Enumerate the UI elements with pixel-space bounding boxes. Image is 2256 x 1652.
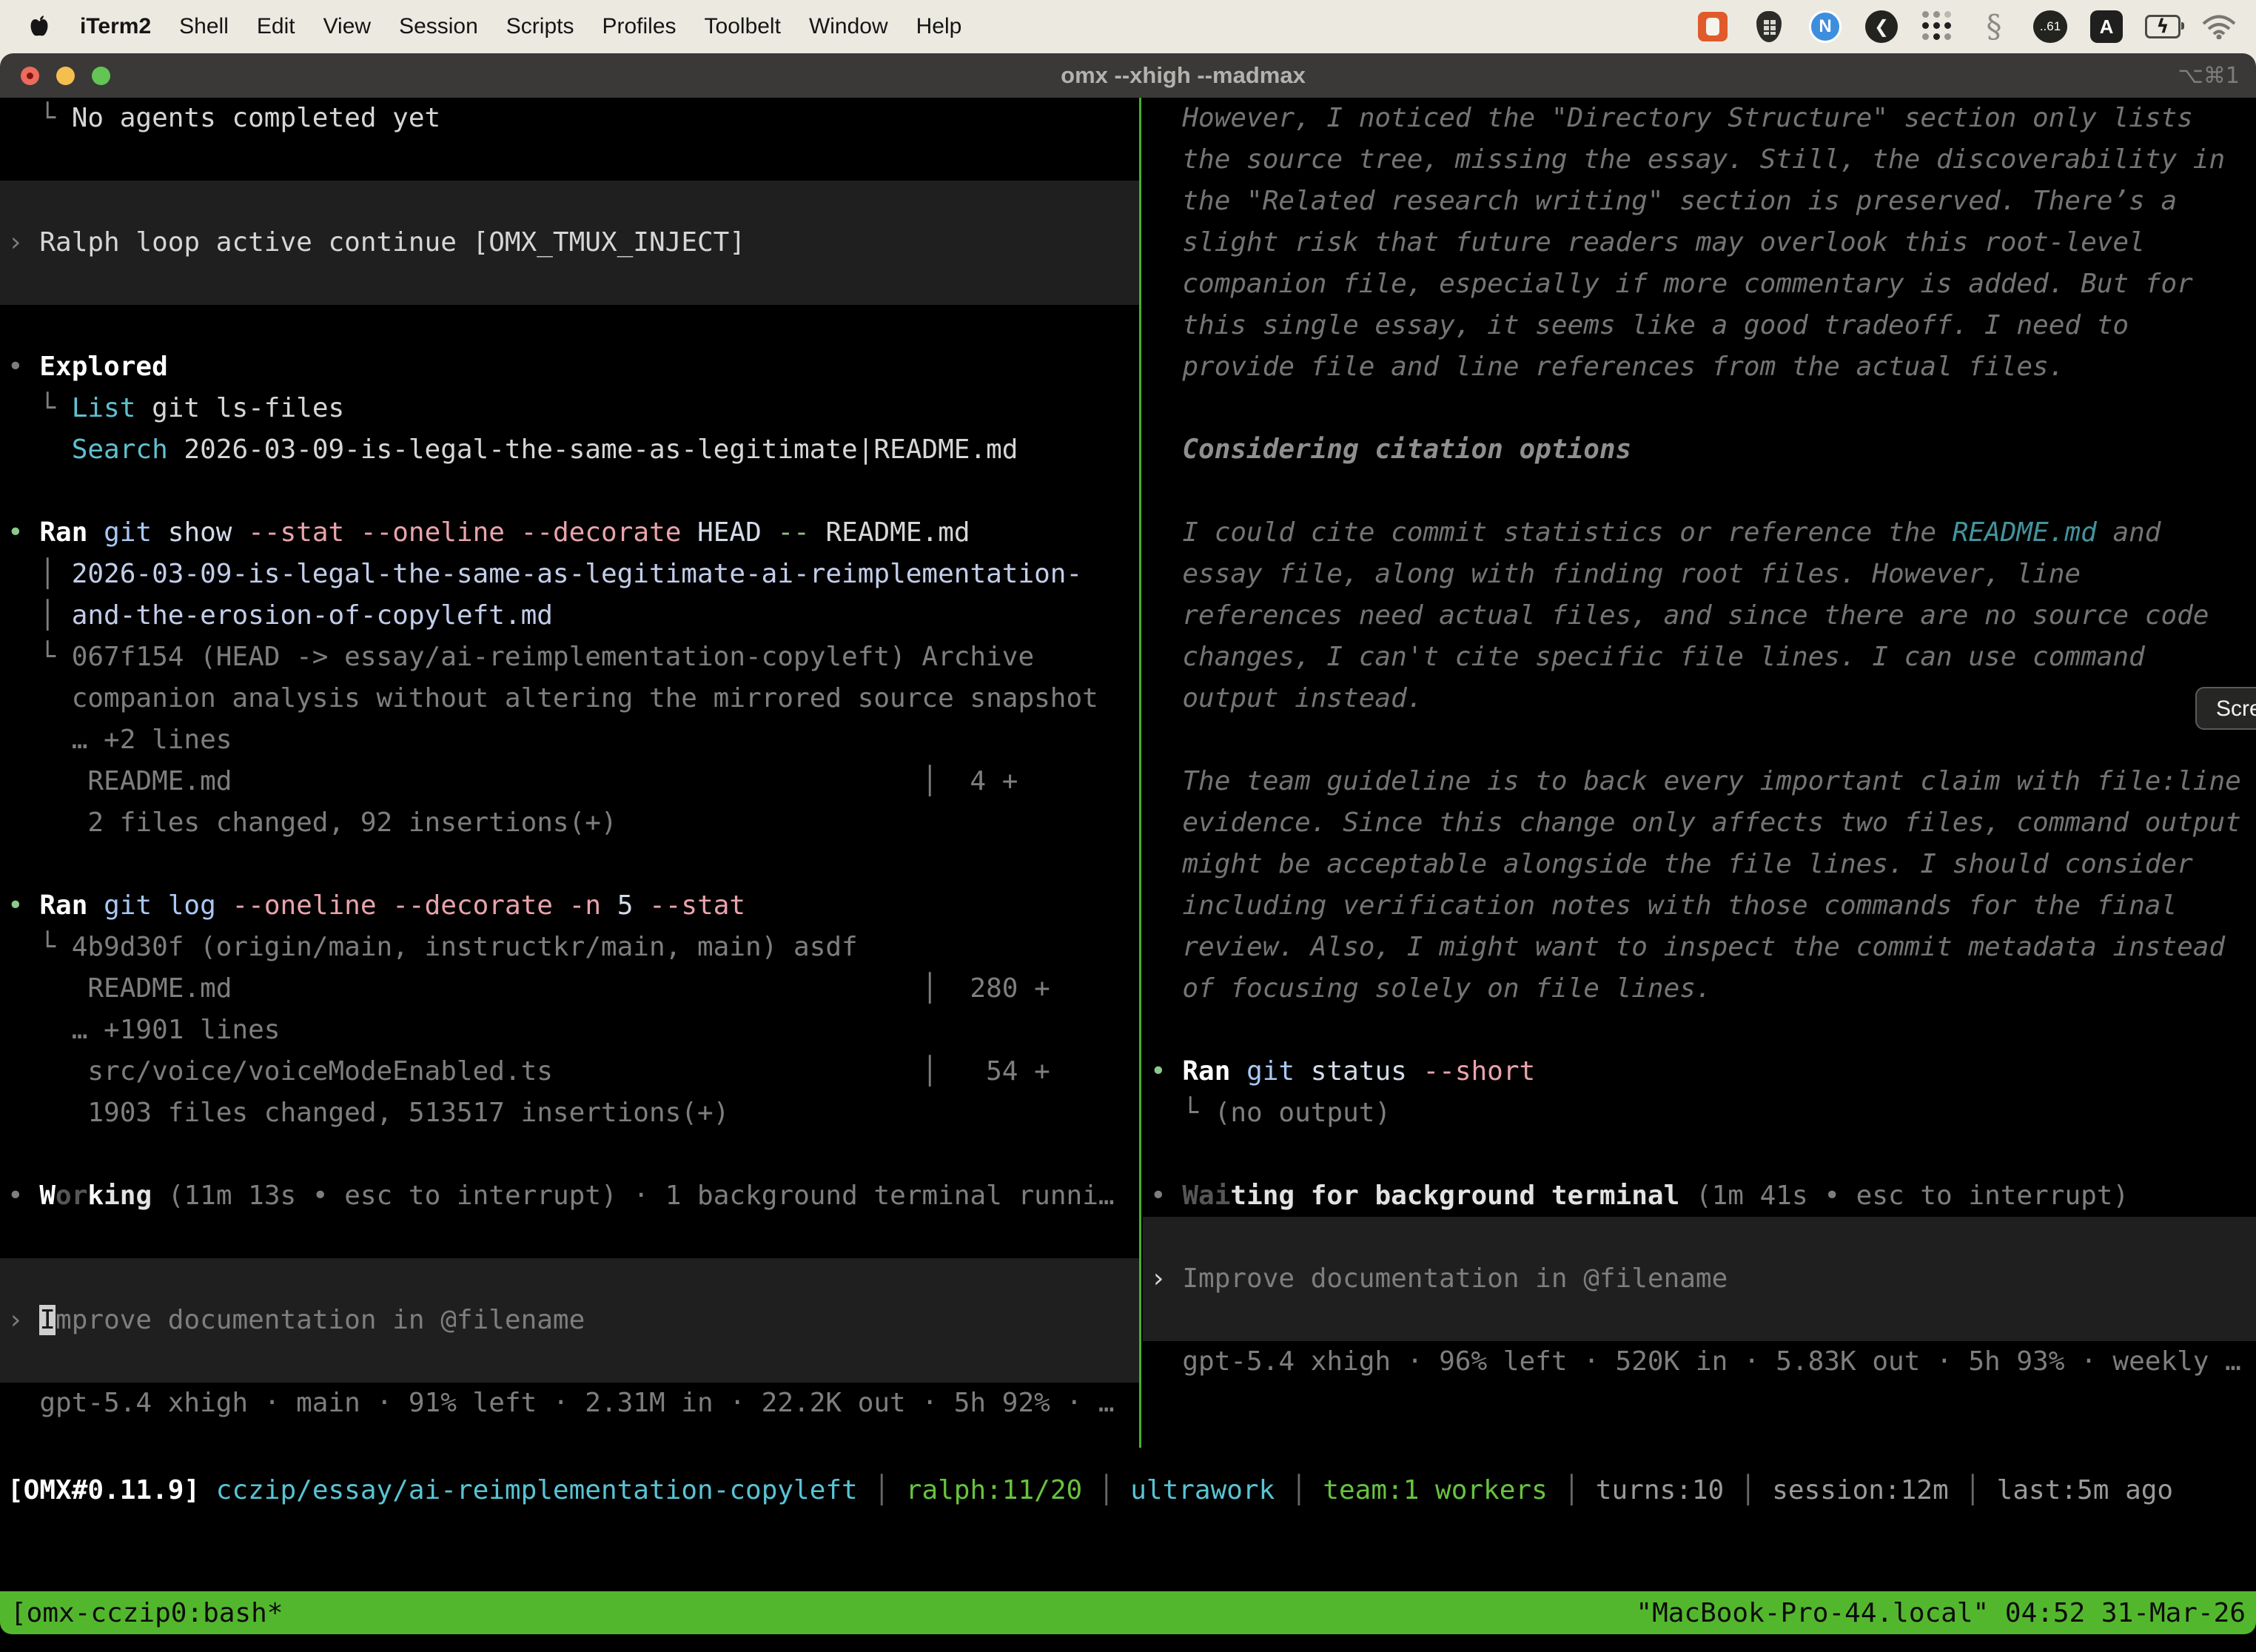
minimize-button[interactable] [56, 67, 75, 85]
terminal-line: essay file, along with finding root file… [1143, 554, 2256, 595]
window-title: omx --xhigh --madmax [110, 62, 2256, 89]
blank-line [0, 471, 1140, 512]
prompt-input[interactable]: › Improve documentation in @filename [0, 1258, 1140, 1383]
blank-line [0, 844, 1140, 885]
menu-bar: iTerm2 Shell Edit View Session Scripts Profile… [0, 0, 2256, 53]
terminal-line: • Ran git log --oneline --decorate -n 5 … [0, 885, 1140, 927]
terminal: └ No agents completed yet › Ralph loop ac… [0, 98, 2256, 1591]
terminal-line: might be acceptable alongside the file l… [1143, 844, 2256, 885]
menu-edit[interactable]: Edit [257, 14, 295, 38]
zoom-button[interactable] [92, 67, 110, 85]
terminal-line: 2 files changed, 92 insertions(+) [0, 802, 1140, 844]
menu-help[interactable]: Help [916, 14, 962, 38]
terminal-line: README.md │ 280 + [0, 968, 1140, 1010]
terminal-line: gpt-5.4 xhigh · main · 91% left · 2.31M … [0, 1383, 1140, 1424]
menu-view[interactable]: View [323, 14, 371, 38]
menu-session[interactable]: Session [399, 14, 478, 38]
terminal-line: evidence. Since this change only affects… [1143, 802, 2256, 844]
input-source-icon[interactable]: A [2089, 9, 2124, 44]
terminal-line: • Working (11m 13s • esc to interrupt) ·… [0, 1175, 1140, 1217]
shutter-icon[interactable]: ❮ [1864, 9, 1899, 44]
blank-line [1143, 719, 2256, 761]
terminal-line: • Ran git status --short [1143, 1051, 2256, 1092]
prompt-input[interactable]: › Ralph loop active continue [OMX_TMUX_I… [0, 181, 1140, 305]
screenshot-icon[interactable] [1695, 9, 1730, 44]
terminal-line: … +2 lines [0, 719, 1140, 761]
terminal-line: src/voice/voiceModeEnabled.ts │ 54 + [0, 1051, 1140, 1092]
menu-status-icons: N ❮ § ..61 A ϟ [1695, 9, 2237, 44]
dots-grid-icon[interactable] [1920, 9, 1955, 44]
tmux-status-bar: [omx-cczip0:bash* "MacBook-Pro-44.local"… [0, 1591, 2256, 1634]
terminal-line: references need actual files, and since … [1143, 595, 2256, 637]
blank-line [0, 139, 1140, 181]
blank-line [1143, 1134, 2256, 1175]
terminal-line: However, I noticed the "Directory Struct… [1143, 98, 2256, 139]
terminal-line: 1903 files changed, 513517 insertions(+) [0, 1092, 1140, 1134]
terminal-line: └ 4b9d30f (origin/main, instructkr/main,… [0, 927, 1140, 968]
terminal-line: Considering citation options [1143, 429, 2256, 471]
terminal-line: └ 067f154 (HEAD -> essay/ai-reimplementa… [0, 637, 1140, 678]
terminal-line: │ and-the-erosion-of-copyleft.md [0, 595, 1140, 637]
terminal-line: • Explored [0, 346, 1140, 388]
terminal-line: README.md │ 4 + [0, 761, 1140, 802]
battery-icon[interactable]: ϟ [2145, 9, 2181, 44]
terminal-line: changes, I can't cite specific file line… [1143, 637, 2256, 678]
close-button[interactable] [21, 67, 39, 85]
apple-menu-icon[interactable] [30, 15, 49, 38]
terminal-line: companion file, especially if more comme… [1143, 263, 2256, 305]
terminal-line: … +1901 lines [0, 1010, 1140, 1051]
blank-line [1143, 471, 2256, 512]
terminal-line: companion analysis without altering the … [0, 678, 1140, 719]
wifi-icon[interactable] [2201, 9, 2237, 44]
terminal-line: review. Also, I might want to inspect th… [1143, 927, 2256, 968]
blank-line [1143, 1010, 2256, 1051]
tmux-host-time-label: "MacBook-Pro-44.local" 04:52 31-Mar-26 [1636, 1598, 2246, 1628]
battery-percent-icon[interactable]: ..61 [2032, 9, 2068, 44]
terminal-line: • Ran git show --stat --oneline --decora… [0, 512, 1140, 554]
terminal-line: the "Related research writing" section i… [1143, 181, 2256, 222]
menu-shell[interactable]: Shell [179, 14, 229, 38]
verified-badge-icon[interactable]: N [1807, 9, 1843, 44]
terminal-line: including verification notes with those … [1143, 885, 2256, 927]
terminal-line: provide file and line references from th… [1143, 346, 2256, 388]
omx-status-bar: [OMX#0.11.9] cczip/essay/ai-reimplementa… [0, 1470, 2256, 1511]
terminal-line: └ (no output) [1143, 1092, 2256, 1134]
menu-toolbelt[interactable]: Toolbelt [705, 14, 781, 38]
right-pane[interactable]: However, I noticed the "Directory Struct… [1143, 98, 2256, 1383]
terminal-line: slight risk that future readers may over… [1143, 222, 2256, 263]
terminal-line: the source tree, missing the essay. Stil… [1143, 139, 2256, 181]
window-controls [0, 67, 110, 85]
squiggle-icon[interactable]: § [1976, 9, 2012, 44]
terminal-line: I could cite commit statistics or refere… [1143, 512, 2256, 554]
terminal-line: of focusing solely on file lines. [1143, 968, 2256, 1010]
menu-window[interactable]: Window [809, 14, 888, 38]
pane-divider[interactable] [1139, 98, 1141, 1448]
window-shortcut-badge: ⌥⌘1 [2178, 63, 2240, 89]
terminal-line: The team guideline is to back every impo… [1143, 761, 2256, 802]
blank-line [0, 1134, 1140, 1175]
menu-items: iTerm2 Shell Edit View Session Scripts Profile… [80, 14, 990, 39]
blank-line [0, 305, 1140, 346]
left-pane[interactable]: └ No agents completed yet › Ralph loop ac… [0, 98, 1140, 1424]
tmux-session-label: [omx-cczip0:bash* [10, 1598, 283, 1628]
terminal-line: │ 2026-03-09-is-legal-the-same-as-legiti… [0, 554, 1140, 595]
terminal-line: └ List git ls-files [0, 388, 1140, 429]
blank-line [1143, 388, 2256, 429]
title-bar[interactable]: omx --xhigh --madmax ⌥⌘1 [0, 53, 2256, 98]
terminal-line: this single essay, it seems like a good … [1143, 305, 2256, 346]
prompt-input[interactable]: › Improve documentation in @filename [1143, 1217, 2256, 1341]
terminal-line: • Waiting for background terminal (1m 41… [1143, 1175, 2256, 1217]
screen-overlay-badge: Scre [2195, 687, 2256, 730]
terminal-line: gpt-5.4 xhigh · 96% left · 520K in · 5.8… [1143, 1341, 2256, 1383]
menu-iterm2[interactable]: iTerm2 [80, 14, 151, 38]
shield-icon[interactable] [1751, 9, 1787, 44]
menu-scripts[interactable]: Scripts [506, 14, 574, 38]
menu-profiles[interactable]: Profiles [602, 14, 676, 38]
terminal-line: Search 2026-03-09-is-legal-the-same-as-l… [0, 429, 1140, 471]
terminal-line: └ No agents completed yet [0, 98, 1140, 139]
terminal-line: output instead. [1143, 678, 2256, 719]
blank-line [0, 1217, 1140, 1258]
